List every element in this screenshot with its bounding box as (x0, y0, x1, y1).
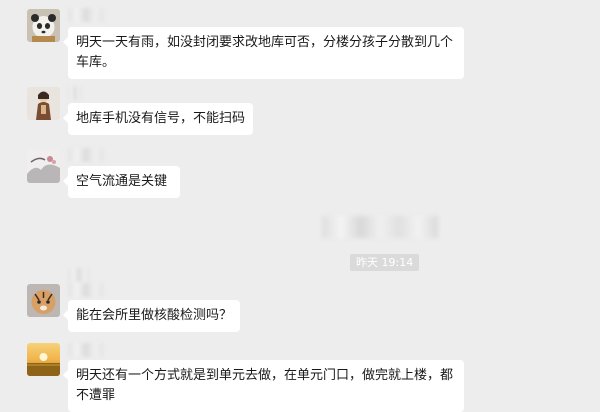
avatar-panda[interactable] (27, 9, 60, 42)
sender-name-blurred (68, 86, 82, 100)
message-bubble[interactable]: 地库手机没有信号，不能扫码 (63, 103, 253, 135)
avatar-ink-painting[interactable] (27, 150, 60, 183)
sender-name-blurred (68, 8, 104, 22)
avatar-tiger[interactable] (27, 284, 60, 317)
message-text: 明天一天有雨，如没封闭要求改地库可否，分楼分孩子分散到几个车库。 (76, 35, 454, 70)
message-bubble[interactable]: 明天一天有雨，如没封闭要求改地库可否，分楼分孩子分散到几个车库。 (63, 27, 464, 79)
blurred-content-strip (322, 216, 438, 238)
message-text: 明天还有一个方式就是到单元去做，在单元门口，做完就上楼，都不遭罪 (76, 368, 454, 403)
sender-name-blurred (68, 268, 90, 282)
message-text: 空气流通是关键 (76, 174, 168, 189)
message-text: 能在会所里做核酸检测吗？ (76, 308, 233, 323)
message-bubble[interactable]: 能在会所里做核酸检测吗？ (63, 300, 240, 332)
avatar-girl[interactable] (27, 87, 60, 120)
message-text: 地库手机没有信号，不能扫码 (76, 111, 246, 126)
sender-name-blurred (68, 283, 104, 297)
message-bubble[interactable]: 空气流通是关键 (63, 166, 180, 198)
sender-name-blurred (68, 148, 104, 162)
sender-name-blurred (68, 343, 104, 357)
message-bubble[interactable]: 明天还有一个方式就是到单元去做，在单元门口，做完就上楼，都不遭罪 (63, 360, 464, 412)
avatar-sunset-field[interactable] (27, 343, 60, 376)
timestamp: 昨天 19:14 (350, 254, 420, 271)
